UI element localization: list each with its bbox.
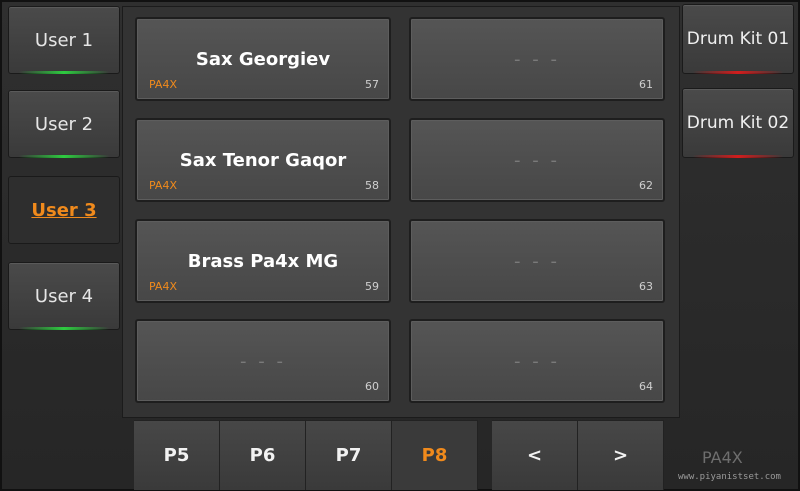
- green-led-indicator: [19, 327, 109, 330]
- red-led-indicator: [693, 155, 783, 158]
- slot-number: 62: [639, 179, 653, 192]
- sound-name: - - -: [514, 251, 560, 272]
- tab-label: Drum Kit 02: [686, 113, 790, 133]
- red-led-indicator: [693, 71, 783, 74]
- page-label: P7: [335, 445, 362, 466]
- sound-origin: PA4X: [149, 280, 177, 293]
- page-label: P6: [249, 445, 276, 466]
- sound-slot-panel: Sax Georgiev PA4X 57 - - - 61 Sax Tenor …: [122, 6, 680, 418]
- tab-drum-kit-01[interactable]: Drum Kit 01: [682, 4, 794, 74]
- slot-number: 63: [639, 280, 653, 293]
- page-label: P5: [163, 445, 190, 466]
- slot-number: 58: [365, 179, 379, 192]
- sound-name: Sax Tenor Gaqor: [179, 150, 347, 171]
- tab-user-3[interactable]: User 3: [8, 176, 120, 244]
- page-button-p5[interactable]: P5: [134, 420, 220, 490]
- sound-slot-62[interactable]: - - - 62: [409, 118, 665, 202]
- sound-slot-60[interactable]: - - - 60: [135, 319, 391, 403]
- previous-page-button[interactable]: <: [492, 420, 578, 490]
- tab-user-1[interactable]: User 1: [8, 6, 120, 74]
- slot-number: 60: [365, 380, 379, 393]
- slot-number: 59: [365, 280, 379, 293]
- slot-number: 57: [365, 78, 379, 91]
- tab-label: Drum Kit 01: [686, 29, 790, 49]
- slot-number: 61: [639, 78, 653, 91]
- sound-slot-58[interactable]: Sax Tenor Gaqor PA4X 58: [135, 118, 391, 202]
- sound-slot-64[interactable]: - - - 64: [409, 319, 665, 403]
- brand-logo: PA4X: [702, 448, 743, 467]
- page-button-p6[interactable]: P6: [220, 420, 306, 490]
- tab-label: User 3: [31, 199, 97, 221]
- slot-number: 64: [639, 380, 653, 393]
- green-led-indicator: [19, 155, 109, 158]
- chevron-right-icon: >: [612, 445, 629, 466]
- green-led-indicator: [19, 71, 109, 74]
- sound-origin: PA4X: [149, 78, 177, 91]
- tab-drum-kit-02[interactable]: Drum Kit 02: [682, 88, 794, 158]
- sound-bank-screen: User 1 User 2 User 3 User 4 Drum Kit 01 …: [0, 0, 800, 491]
- tab-user-2[interactable]: User 2: [8, 90, 120, 158]
- watermark-text: www.piyanistset.com: [678, 472, 781, 482]
- chevron-left-icon: <: [526, 445, 543, 466]
- page-button-p7[interactable]: P7: [306, 420, 392, 490]
- sound-slot-59[interactable]: Brass Pa4x MG PA4X 59: [135, 219, 391, 303]
- page-button-p8[interactable]: P8: [392, 420, 478, 490]
- tab-label: User 4: [34, 285, 94, 307]
- sound-name: Brass Pa4x MG: [187, 251, 339, 272]
- sound-origin: PA4X: [149, 179, 177, 192]
- tab-label: User 1: [34, 29, 94, 51]
- sound-slot-63[interactable]: - - - 63: [409, 219, 665, 303]
- tab-user-4[interactable]: User 4: [8, 262, 120, 330]
- sound-name: Sax Georgiev: [195, 49, 331, 70]
- next-page-button[interactable]: >: [578, 420, 664, 490]
- sound-name: - - -: [514, 351, 560, 372]
- sound-name: - - -: [240, 351, 286, 372]
- tab-label: User 2: [34, 113, 94, 135]
- sound-name: - - -: [514, 150, 560, 171]
- sound-slot-61[interactable]: - - - 61: [409, 17, 665, 101]
- page-label: P8: [421, 445, 448, 466]
- sound-name: - - -: [514, 49, 560, 70]
- sound-slot-57[interactable]: Sax Georgiev PA4X 57: [135, 17, 391, 101]
